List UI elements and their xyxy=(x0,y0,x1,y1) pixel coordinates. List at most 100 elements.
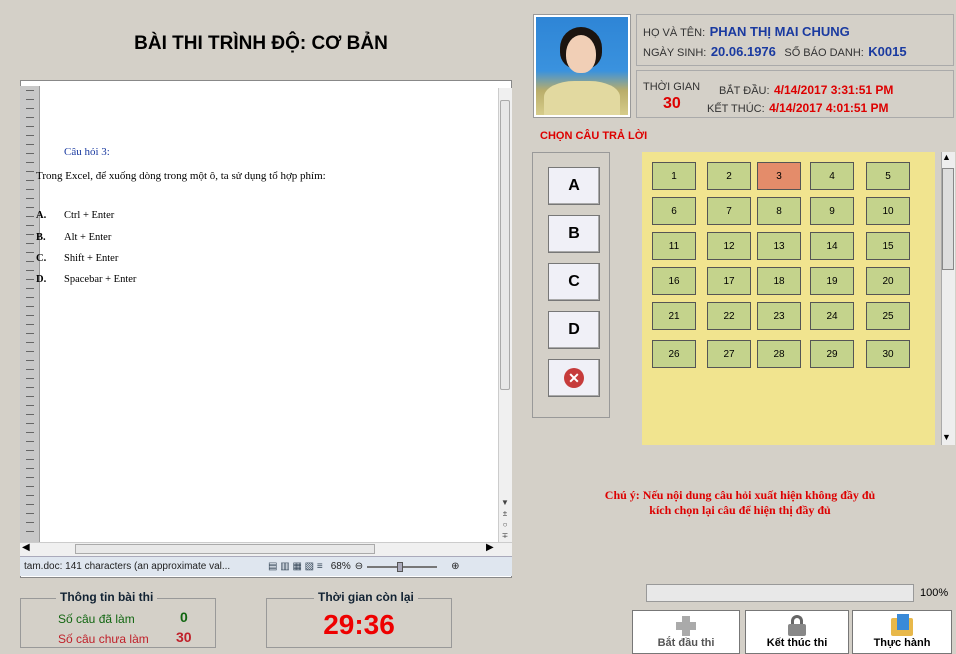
question-cell-15[interactable]: 15 xyxy=(866,232,910,260)
ruler-tick xyxy=(26,342,34,343)
question-cell-13[interactable]: 13 xyxy=(757,232,801,260)
ruler-tick xyxy=(26,414,34,415)
question-cell-28[interactable]: 28 xyxy=(757,340,801,368)
ruler-tick xyxy=(26,117,34,118)
doc-status-bar: tam.doc: 141 characters (an approximate … xyxy=(20,556,512,576)
question-cell-4[interactable]: 4 xyxy=(810,162,854,190)
zoom-slider[interactable] xyxy=(367,561,438,572)
remaining-time-group: 29:36 xyxy=(266,598,452,648)
ruler-tick xyxy=(26,387,34,388)
question-cell-23[interactable]: 23 xyxy=(757,302,801,330)
progress-bar xyxy=(646,584,914,602)
ruler-tick xyxy=(26,180,34,181)
ruler-tick xyxy=(26,459,34,460)
folder-icon xyxy=(889,614,915,636)
zoom-level: 68% xyxy=(330,561,351,572)
question-cell-16[interactable]: 16 xyxy=(652,267,696,295)
zoom-in-icon[interactable]: ⊕ xyxy=(451,561,459,572)
ruler-tick xyxy=(26,504,34,505)
question-cell-20[interactable]: 20 xyxy=(866,267,910,295)
doc-vertical-scroll-thumb[interactable] xyxy=(500,100,510,390)
question-cell-18[interactable]: 18 xyxy=(757,267,801,295)
ruler-tick xyxy=(26,333,34,334)
question-cell-11[interactable]: 11 xyxy=(652,232,696,260)
ruler-tick xyxy=(26,450,34,451)
question-cell-17[interactable]: 17 xyxy=(707,267,751,295)
doc-page-nav-icons[interactable]: ▼ ± ○ ∓ xyxy=(500,497,510,541)
question-cell-7[interactable]: 7 xyxy=(707,197,751,225)
ruler-tick xyxy=(26,279,34,280)
ruler-tick xyxy=(26,369,34,370)
question-cell-8[interactable]: 8 xyxy=(757,197,801,225)
question-cell-30[interactable]: 30 xyxy=(866,340,910,368)
answer-a-button[interactable]: A xyxy=(548,167,600,205)
choose-answer-heading: CHỌN CÂU TRẢ LỜI xyxy=(540,130,648,142)
ruler-tick xyxy=(26,468,34,469)
question-cell-27[interactable]: 27 xyxy=(707,340,751,368)
doc-horizontal-scroll-thumb[interactable] xyxy=(75,544,375,554)
option-letter: A. xyxy=(36,210,47,221)
ruler-tick xyxy=(26,99,34,100)
practice-button[interactable]: Thực hành xyxy=(852,610,952,654)
view-buttons-icon[interactable]: ▤ ▥ ▦ ▧ ≡ xyxy=(268,561,323,572)
zoom-out-icon[interactable]: ⊖ xyxy=(355,561,363,572)
option-letter: D. xyxy=(36,274,47,285)
scroll-down-icon[interactable]: ▼ xyxy=(942,432,951,442)
note-line-1: Chú ý: Nếu nội dung câu hỏi xuất hiện kh… xyxy=(604,488,876,502)
ruler-tick xyxy=(26,153,34,154)
ruler-tick xyxy=(26,315,34,316)
start-exam-button[interactable]: Bắt đầu thi xyxy=(632,610,740,654)
question-cell-19[interactable]: 19 xyxy=(810,267,854,295)
question-cell-29[interactable]: 29 xyxy=(810,340,854,368)
time-minutes: 30 xyxy=(663,95,681,112)
option-b: B. Alt + Enter xyxy=(36,232,111,243)
question-cell-1[interactable]: 1 xyxy=(652,162,696,190)
candidate-dob: 20.06.1976 xyxy=(710,44,776,59)
finish-exam-button[interactable]: Kết thúc thi xyxy=(745,610,849,654)
ruler-tick xyxy=(26,360,34,361)
dob-label: NGÀY SINH: xyxy=(643,47,707,59)
end-label: KẾT THÚC: xyxy=(707,103,765,115)
clear-answer-button[interactable]: ✕ xyxy=(548,359,600,397)
vertical-ruler xyxy=(20,86,40,542)
question-cell-24[interactable]: 24 xyxy=(810,302,854,330)
candidate-photo xyxy=(533,14,631,118)
option-letter: B. xyxy=(36,232,46,243)
ruler-tick xyxy=(26,171,34,172)
finish-exam-label: Kết thúc thi xyxy=(766,637,828,649)
question-cell-26[interactable]: 26 xyxy=(652,340,696,368)
ruler-tick xyxy=(26,261,34,262)
scroll-right-icon[interactable]: ▶ xyxy=(486,542,494,553)
answer-d-button[interactable]: D xyxy=(548,311,600,349)
scroll-left-icon[interactable]: ◀ xyxy=(22,542,30,553)
ruler-tick xyxy=(26,252,34,253)
start-label: BẮT ĐẦU: xyxy=(719,85,770,97)
question-cell-3[interactable]: 3 xyxy=(757,162,801,190)
answer-c-button[interactable]: C xyxy=(548,263,600,301)
exam-time-box: THỜI GIAN 30 BẮT ĐẦU: 4/14/2017 3:31:51 … xyxy=(636,70,954,118)
grid-scroll-thumb[interactable] xyxy=(942,168,954,270)
done-count: 0 xyxy=(180,609,188,625)
candidate-info: HỌ VÀ TÊN: PHAN THỊ MAI CHUNG NGÀY SINH:… xyxy=(636,14,954,66)
question-cell-22[interactable]: 22 xyxy=(707,302,751,330)
question-cell-5[interactable]: 5 xyxy=(866,162,910,190)
question-cell-21[interactable]: 21 xyxy=(652,302,696,330)
option-a: A. Ctrl + Enter xyxy=(36,210,114,221)
ruler-tick xyxy=(26,135,34,136)
question-cell-25[interactable]: 25 xyxy=(866,302,910,330)
question-cell-6[interactable]: 6 xyxy=(652,197,696,225)
question-cell-14[interactable]: 14 xyxy=(810,232,854,260)
question-label: Câu hỏi 3: xyxy=(64,146,110,158)
ruler-tick xyxy=(26,216,34,217)
scroll-up-icon[interactable]: ▲ xyxy=(942,152,951,162)
question-cell-12[interactable]: 12 xyxy=(707,232,751,260)
question-cell-9[interactable]: 9 xyxy=(810,197,854,225)
option-text: Shift + Enter xyxy=(64,253,119,264)
exam-title: BÀI THI TRÌNH ĐỘ: CƠ BẢN xyxy=(134,33,388,54)
question-cell-10[interactable]: 10 xyxy=(866,197,910,225)
answer-b-button[interactable]: B xyxy=(548,215,600,253)
question-cell-2[interactable]: 2 xyxy=(707,162,751,190)
lock-icon xyxy=(784,614,810,636)
ruler-tick xyxy=(26,126,34,127)
answer-panel: A B C D ✕ xyxy=(532,152,610,418)
